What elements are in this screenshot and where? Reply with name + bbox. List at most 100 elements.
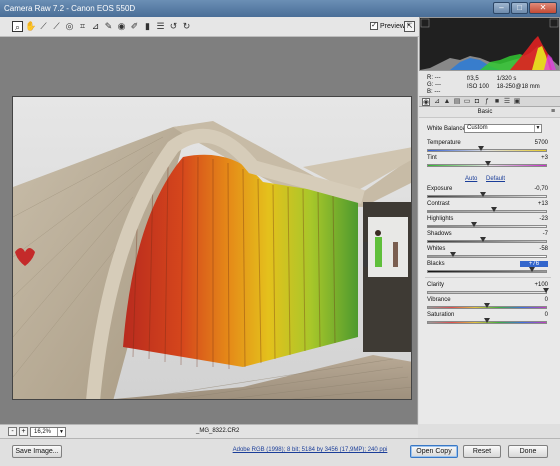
- contrast-slider-thumb[interactable]: [491, 207, 498, 212]
- slider-value-contrast[interactable]: +13: [520, 201, 548, 207]
- fullscreen-icon[interactable]: ⇱: [404, 21, 415, 32]
- white-balance-value: Custom: [467, 125, 488, 131]
- preview-checkbox[interactable]: ✓: [370, 22, 378, 30]
- close-button[interactable]: ✕: [529, 2, 557, 14]
- auto-link[interactable]: Auto: [465, 176, 477, 182]
- slider-value-exposure[interactable]: -0,70: [520, 186, 548, 192]
- slider-label-tint: Tint: [427, 155, 437, 161]
- exposure-slider[interactable]: [427, 192, 547, 198]
- slider-value-shadows[interactable]: -7: [520, 231, 548, 237]
- hsl-tab-icon[interactable]: ▤: [453, 98, 461, 106]
- whites-slider[interactable]: [427, 252, 547, 258]
- detail-tab-icon[interactable]: ▲: [443, 98, 451, 106]
- panel-header: Basic ≡: [419, 107, 560, 118]
- vibrance-slider-thumb[interactable]: [484, 303, 490, 308]
- open-copy-button[interactable]: Open Copy: [410, 445, 458, 458]
- white-balance-select[interactable]: Custom ▼: [464, 124, 542, 133]
- temperature-slider[interactable]: [427, 146, 547, 152]
- tint-slider[interactable]: [427, 161, 547, 167]
- divider: [425, 277, 551, 278]
- vibrance-slider[interactable]: [427, 303, 547, 309]
- effects-tab-icon[interactable]: ƒ: [483, 98, 491, 106]
- slider-value-temperature[interactable]: 5700: [520, 140, 548, 146]
- exposure-slider-thumb[interactable]: [480, 192, 487, 197]
- highlights-slider[interactable]: [427, 222, 547, 228]
- saturation-slider[interactable]: [427, 318, 547, 324]
- maximize-button[interactable]: □: [511, 2, 528, 14]
- highlights-slider-thumb[interactable]: [471, 222, 478, 227]
- shadows-slider-thumb[interactable]: [480, 237, 487, 242]
- straighten-icon[interactable]: ⊿: [90, 21, 101, 32]
- slider-label-exposure: Exposure: [427, 186, 453, 192]
- split-toning-tab-icon[interactable]: ▭: [463, 98, 471, 106]
- histogram-graph: [420, 18, 559, 70]
- window-controls: – □ ✕: [493, 2, 557, 14]
- slider-value-tint[interactable]: +3: [520, 155, 548, 161]
- preview-label: Preview: [380, 22, 405, 30]
- r-label: R:: [427, 75, 433, 81]
- blacks-slider[interactable]: [427, 267, 547, 273]
- preferences-icon[interactable]: ☰: [155, 21, 166, 32]
- slider-value-highlights[interactable]: -23: [520, 216, 548, 222]
- basic-tab-icon[interactable]: ◉: [422, 98, 430, 106]
- clarity-slider[interactable]: [427, 288, 549, 294]
- white-balance-icon[interactable]: ⟋: [38, 21, 49, 32]
- rotate-right-icon[interactable]: ↻: [181, 21, 192, 32]
- slider-label-temperature: Temperature: [427, 140, 461, 146]
- rgb-readout: R: --- G: --- B: ---: [427, 75, 441, 96]
- rotate-left-icon[interactable]: ↺: [168, 21, 179, 32]
- presets-tab-icon[interactable]: ☰: [503, 98, 511, 106]
- aperture-value: f/3,5: [467, 76, 479, 82]
- footer: Save Image... Adobe RGB (1998); 8 bit; 5…: [0, 438, 560, 466]
- shadows-slider[interactable]: [427, 237, 547, 243]
- spot-removal-icon[interactable]: ✎: [103, 21, 114, 32]
- reset-button[interactable]: Reset: [463, 445, 501, 458]
- tone-curve-tab-icon[interactable]: ⊿: [433, 98, 441, 106]
- slider-label-contrast: Contrast: [427, 201, 450, 207]
- preview-toggle[interactable]: ✓ Preview: [370, 22, 405, 30]
- crop-icon[interactable]: ⌗: [77, 21, 88, 32]
- color-sampler-icon[interactable]: ⟋: [51, 21, 62, 32]
- zoom-out-button[interactable]: -: [8, 427, 17, 436]
- hand-icon[interactable]: ✋: [25, 21, 36, 32]
- highlight-clipping-icon: [549, 18, 559, 28]
- saturation-slider-thumb[interactable]: [484, 318, 490, 323]
- g-value: ---: [435, 82, 442, 88]
- temperature-slider-thumb[interactable]: [478, 146, 485, 151]
- shutter-value: 1/320 s: [496, 76, 517, 82]
- zoom-in-button[interactable]: +: [19, 427, 28, 436]
- slider-value-saturation[interactable]: 0: [520, 312, 548, 318]
- basic-panel: White Balance: Custom ▼ Temperature 5700…: [419, 118, 560, 424]
- zoom-level-select[interactable]: 16,2% ▼: [30, 427, 66, 437]
- chevron-down-icon: ▼: [57, 428, 65, 436]
- blacks-slider-thumb[interactable]: [528, 267, 535, 272]
- camera-calibration-tab-icon[interactable]: ■: [493, 98, 501, 106]
- slider-label-clarity: Clarity: [427, 282, 445, 288]
- slider-value-vibrance[interactable]: 0: [520, 297, 548, 303]
- slider-label-blacks: Blacks: [427, 261, 445, 267]
- adjustment-brush-icon[interactable]: ✐: [129, 21, 140, 32]
- iso-value: ISO 100: [467, 84, 490, 90]
- panel-title: Basic: [477, 109, 493, 115]
- image-preview-area[interactable]: [0, 37, 418, 424]
- slider-value-whites[interactable]: -58: [520, 246, 548, 252]
- red-eye-icon[interactable]: ◉: [116, 21, 127, 32]
- snapshots-tab-icon[interactable]: ▣: [513, 98, 521, 106]
- graduated-filter-icon[interactable]: ▮: [142, 21, 153, 32]
- white-balance-label: White Balance:: [427, 126, 468, 132]
- clarity-slider-thumb[interactable]: [543, 288, 549, 293]
- default-link[interactable]: Default: [486, 176, 505, 182]
- lens-corrections-tab-icon[interactable]: ◘: [473, 98, 481, 106]
- tint-slider-thumb[interactable]: [485, 161, 492, 166]
- done-button[interactable]: Done: [508, 445, 548, 458]
- camera-readouts: R: --- G: --- B: --- f/3,5 1/320 s ISO 1…: [419, 71, 560, 96]
- whites-slider-thumb[interactable]: [449, 252, 456, 257]
- exif-readout: f/3,5 1/320 s ISO 100 18-250@18 mm: [467, 75, 540, 91]
- photo-image: [13, 97, 411, 399]
- minimize-button[interactable]: –: [493, 2, 510, 14]
- slider-label-saturation: Saturation: [427, 312, 455, 318]
- target-adjust-icon[interactable]: ◎: [64, 21, 75, 32]
- zoom-icon[interactable]: ⌕: [12, 21, 23, 32]
- panel-menu-icon[interactable]: ≡: [549, 108, 557, 116]
- contrast-slider[interactable]: [427, 207, 547, 213]
